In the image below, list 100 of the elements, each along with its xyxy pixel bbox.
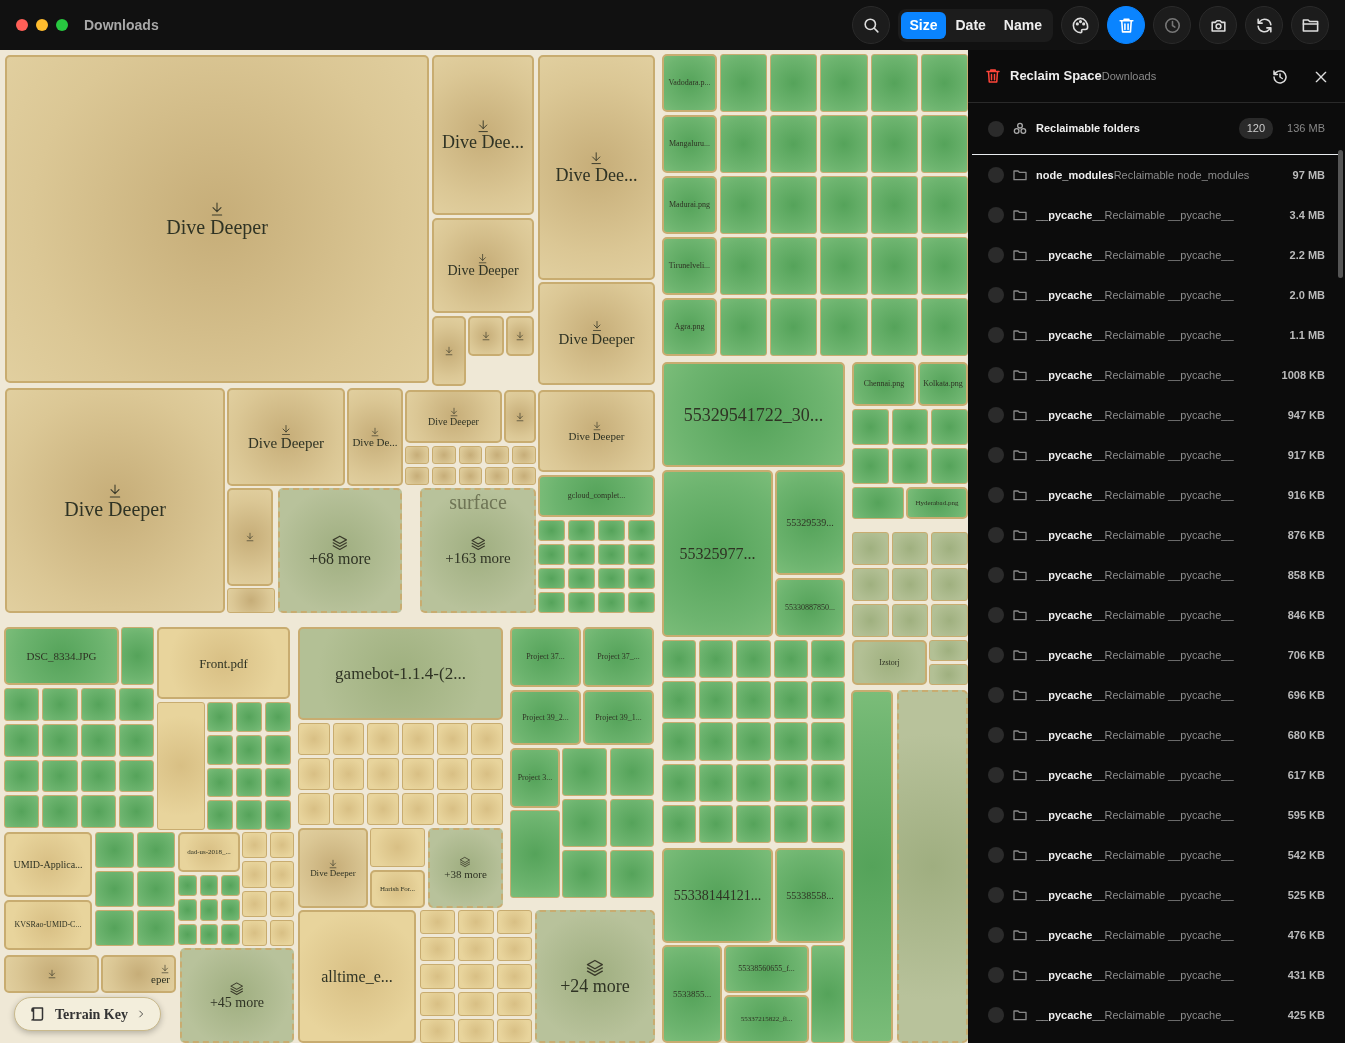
scrollbar[interactable]: [1338, 150, 1343, 278]
checkbox[interactable]: [988, 1007, 1004, 1023]
document-tile[interactable]: UMID-Applica...: [4, 832, 92, 897]
checkbox[interactable]: [988, 167, 1004, 183]
layers-icon: [229, 980, 245, 997]
file-tile[interactable]: 5533855...: [662, 945, 722, 1043]
folder-tile[interactable]: Dive Dee...: [538, 55, 655, 280]
checkbox[interactable]: [988, 647, 1004, 663]
checkbox[interactable]: [988, 327, 1004, 343]
checkbox[interactable]: [988, 247, 1004, 263]
close-window-button[interactable]: [16, 19, 28, 31]
sort-option-tab[interactable]: Name: [995, 11, 1050, 39]
search-button[interactable]: [852, 6, 891, 44]
folder-description: Reclaimable __pycache__: [1104, 967, 1234, 983]
document-tile[interactable]: Front.pdf: [157, 627, 290, 699]
archive-tile[interactable]: gamebot-1.1.4-(2...: [298, 627, 503, 720]
file-tile[interactable]: Kolkata.png: [918, 362, 968, 406]
group-tile[interactable]: +45 more: [180, 948, 294, 1043]
folder-tile[interactable]: Dive Deeper: [538, 390, 655, 472]
group-tile[interactable]: +68 more: [278, 488, 402, 613]
folder-tile[interactable]: Dive Deeper: [5, 55, 429, 383]
group-tile[interactable]: [897, 690, 968, 1043]
checkbox[interactable]: [988, 207, 1004, 223]
tile-label: 5533855...: [672, 989, 712, 999]
file-tile[interactable]: gcloud_complet...: [538, 475, 655, 517]
folder-size: 696 KB: [1286, 687, 1325, 703]
archive-tile[interactable]: Izstorj: [852, 640, 927, 685]
folder-tile[interactable]: Dive Deeper: [298, 828, 368, 908]
folder-button[interactable]: [1291, 6, 1329, 44]
checkbox[interactable]: [988, 727, 1004, 743]
checkbox[interactable]: [988, 887, 1004, 903]
checkbox[interactable]: [988, 287, 1004, 303]
file-tile[interactable]: Project 3...: [510, 748, 560, 808]
folder-tile[interactable]: Dive Deeper: [538, 282, 655, 385]
group-tile[interactable]: +24 more: [535, 910, 655, 1043]
file-tile[interactable]: [851, 690, 893, 1043]
folder-description: Reclaimable __pycache__: [1104, 847, 1234, 863]
file-tile[interactable]: Madurai.png: [662, 176, 717, 234]
file-tile[interactable]: Project 39_1...: [583, 690, 654, 745]
checkbox[interactable]: [988, 527, 1004, 543]
file-tile[interactable]: 55329539...: [775, 470, 845, 575]
terrain-key-button[interactable]: Terrain Key: [14, 997, 161, 1031]
document-tile[interactable]: alltime_e...: [298, 910, 416, 1043]
down-arrow-icon: [589, 151, 604, 166]
file-tile[interactable]: Project 39_2...: [510, 690, 581, 745]
file-tile[interactable]: 55338560655_f...: [724, 945, 809, 993]
zoom-window-button[interactable]: [56, 19, 68, 31]
checkbox[interactable]: [988, 767, 1004, 783]
sort-option-tab[interactable]: Size: [901, 11, 946, 39]
file-tile[interactable]: 55325977...: [662, 470, 773, 637]
folder-tile[interactable]: eper: [101, 955, 176, 993]
file-tile[interactable]: Vadodara.p...: [662, 54, 717, 112]
file-tile[interactable]: Project 37_...: [583, 627, 654, 687]
folder-tile[interactable]: Dive Deeper: [405, 390, 502, 443]
panel-subtitle: Downloads: [1101, 69, 1157, 85]
folder-tile[interactable]: [227, 488, 273, 586]
folder-size: 617 KB: [1286, 767, 1325, 783]
checkbox[interactable]: [988, 567, 1004, 583]
camera-button[interactable]: [1199, 6, 1237, 44]
checkbox[interactable]: [988, 927, 1004, 943]
checkbox[interactable]: [988, 847, 1004, 863]
checkbox[interactable]: [988, 120, 1004, 137]
folder-tile[interactable]: [506, 316, 534, 356]
document-tile[interactable]: KVSRao-UMID-C...: [4, 900, 92, 950]
sort-option-tab[interactable]: Date: [947, 11, 994, 39]
file-tile[interactable]: 55338558...: [775, 848, 845, 943]
folder-tile[interactable]: [432, 316, 466, 386]
checkbox[interactable]: [988, 807, 1004, 823]
file-tile[interactable]: 55338144121...: [662, 848, 773, 943]
checkbox[interactable]: [988, 687, 1004, 703]
file-tile[interactable]: Agra.png: [662, 298, 717, 356]
file-tile[interactable]: Tirunelveli...: [662, 237, 717, 295]
checkbox[interactable]: [988, 447, 1004, 463]
checkbox[interactable]: [988, 607, 1004, 623]
minimize-window-button[interactable]: [36, 19, 48, 31]
checkbox[interactable]: [988, 367, 1004, 383]
palette-button[interactable]: [1061, 6, 1099, 44]
file-tile[interactable]: Chennai.png: [852, 362, 916, 406]
folder-tile[interactable]: [504, 390, 536, 443]
folder-tile[interactable]: Dive Deeper: [5, 388, 225, 613]
file-tile[interactable]: 55330887850...: [775, 578, 845, 637]
trash-button[interactable]: [1107, 6, 1145, 44]
group-tile[interactable]: +38 more: [428, 828, 503, 908]
file-tile[interactable]: DSC_8334.JPG: [4, 627, 119, 685]
group-tile[interactable]: surface +163 more: [420, 488, 536, 613]
folder-tile[interactable]: [468, 316, 504, 356]
down-arrow-icon: [209, 201, 225, 217]
file-tile[interactable]: Mangaluru...: [662, 115, 717, 173]
file-tile[interactable]: 55329541722_30...: [662, 362, 845, 467]
folder-tile[interactable]: Dive De...: [347, 388, 403, 486]
file-tile[interactable]: Project 37...: [510, 627, 581, 687]
folder-tile[interactable]: Dive Deeper: [432, 218, 534, 313]
folder-tile[interactable]: [4, 955, 99, 993]
checkbox[interactable]: [988, 487, 1004, 503]
checkbox[interactable]: [988, 407, 1004, 423]
folder-tile[interactable]: Dive Deeper: [227, 388, 345, 486]
checkbox[interactable]: [988, 967, 1004, 983]
refresh-button[interactable]: [1245, 6, 1283, 44]
folder-tile[interactable]: Dive Dee...: [432, 55, 534, 215]
tile-label: 55338558...: [786, 890, 834, 901]
